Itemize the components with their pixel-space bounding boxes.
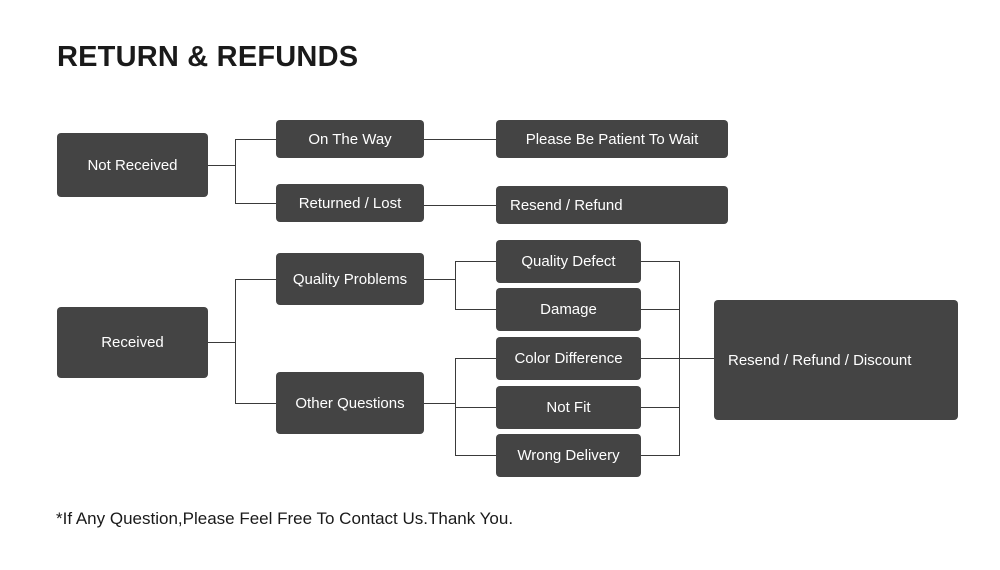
connector-quality-problems-stem <box>424 279 455 280</box>
node-quality-problems[interactable]: Quality Problems <box>276 253 424 305</box>
node-not-received[interactable]: Not Received <box>57 133 208 197</box>
node-received[interactable]: Received <box>57 307 208 378</box>
connector-returned-to-resend <box>424 205 496 206</box>
connector-quality-problems-fan <box>455 261 456 309</box>
connector-to-wrong-delivery <box>455 455 496 456</box>
node-please-be-patient-to-wait[interactable]: Please Be Patient To Wait <box>496 120 728 158</box>
node-wrong-delivery[interactable]: Wrong Delivery <box>496 434 641 477</box>
flowchart-page: RETURN & REFUNDS Not Received On The Way… <box>0 0 1000 570</box>
node-not-fit[interactable]: Not Fit <box>496 386 641 429</box>
connector-other-questions-stem <box>424 403 455 404</box>
node-damage[interactable]: Damage <box>496 288 641 331</box>
connector-not-fit-merge <box>641 407 679 408</box>
connector-received-spine <box>235 279 236 404</box>
node-quality-defect[interactable]: Quality Defect <box>496 240 641 283</box>
node-resend-refund-discount[interactable]: Resend / Refund / Discount <box>714 300 958 420</box>
connector-damage-merge <box>641 309 679 310</box>
node-resend-refund[interactable]: Resend / Refund <box>496 186 728 224</box>
connector-received-stem <box>208 342 235 343</box>
connector-not-received-spine <box>235 139 236 204</box>
node-returned-lost[interactable]: Returned / Lost <box>276 184 424 222</box>
connector-to-other-questions <box>235 403 276 404</box>
connector-to-not-fit <box>455 407 496 408</box>
connector-to-returned-lost <box>235 203 276 204</box>
connector-color-difference-merge <box>641 358 679 359</box>
node-on-the-way[interactable]: On The Way <box>276 120 424 158</box>
connector-on-the-way-to-wait <box>424 139 496 140</box>
connector-to-color-difference <box>455 358 496 359</box>
connector-to-damage <box>455 309 496 310</box>
connector-to-quality-defect <box>455 261 496 262</box>
connector-merge-to-outcome <box>679 358 714 359</box>
node-color-difference[interactable]: Color Difference <box>496 337 641 380</box>
footer-note: *If Any Question,Please Feel Free To Con… <box>56 509 514 528</box>
connector-quality-defect-merge <box>641 261 679 262</box>
connector-to-on-the-way <box>235 139 276 140</box>
connector-not-received-stem <box>208 165 235 166</box>
node-other-questions[interactable]: Other Questions <box>276 372 424 434</box>
page-title: RETURN & REFUNDS <box>57 41 359 73</box>
connector-to-quality-problems <box>235 279 276 280</box>
connector-wrong-delivery-merge <box>641 455 679 456</box>
